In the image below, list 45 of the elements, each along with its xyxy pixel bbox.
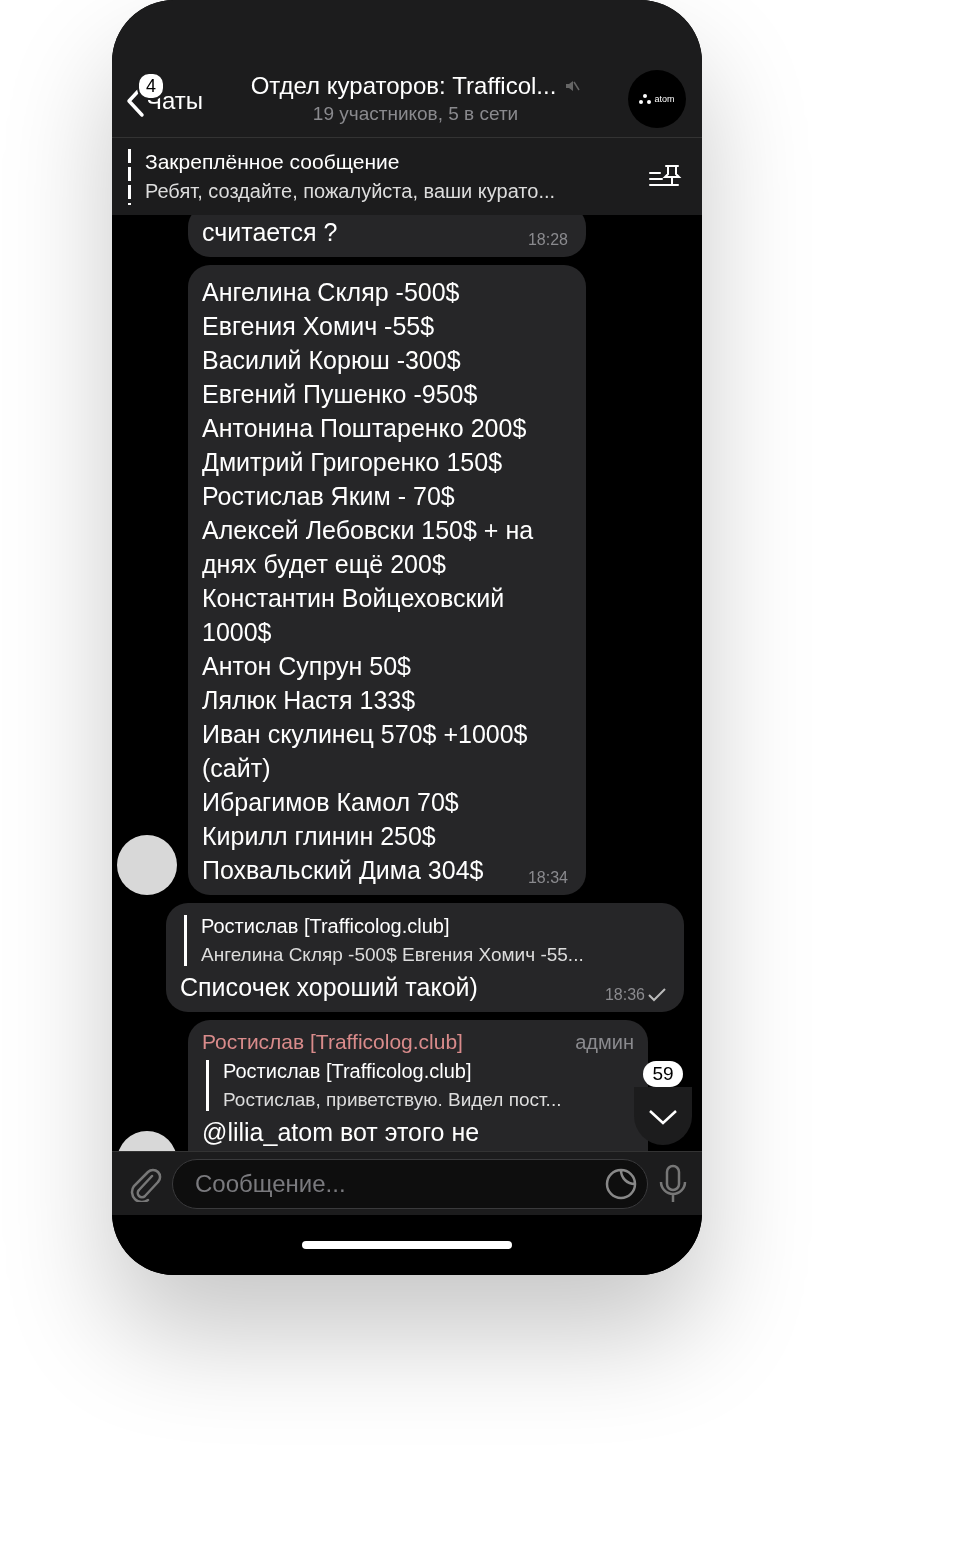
message-line: Дмитрий Григоренко 150$ [202,447,503,478]
message-line: Ангелина Скляр -500$ [202,277,460,308]
message-line: Ростислав Яким - 70$ [202,481,455,512]
message-text: @lilia_atom вот этого не [202,1117,480,1148]
message-line: Василий Корюш -300$ [202,345,461,376]
chat-title[interactable]: Отдел кураторов: Trafficol... [250,72,557,100]
pinned-title: Закреплённое сообщение [145,150,401,174]
message-text: считается ? [202,217,338,248]
sender-name[interactable]: Ростислав [Trafficolog.club] [202,1030,463,1054]
reply-author: Ростислав [Trafficolog.club] [223,1060,473,1083]
sticker-icon[interactable] [605,1167,637,1200]
message-line: Евгения Хомич -55$ [202,311,435,342]
message-line: Константин Войцеховский 1000$ [202,583,506,648]
reply-quote[interactable]: Ростислав [Trafficolog.club] Ростислав, приветствую. Видел пост... [206,1060,634,1111]
message-line: Евгений Пушенко -950$ [202,379,478,410]
pinned-indicator-icon [128,148,131,205]
message-text: Списочек хороший такой) [180,972,478,1003]
message-line: Ибрагимов Камол 70$ [202,787,459,818]
reply-text: Ростислав, приветствую. Видел пост... [223,1089,563,1111]
message-line: Антонина Поштаренко 200$ [202,413,527,444]
message-line: Алексей Лебовски 150$ + на днях будет ещё 200$ [202,515,535,580]
reply-author: Ростислав [Trafficolog.club] [201,915,451,938]
message-field[interactable]: Сообщение... [172,1158,648,1209]
avatar-photo-placeholder[interactable] [117,835,177,895]
message-input-field[interactable]: Сообщение... [193,1168,605,1199]
message-line: Антон Супрун 50$ [202,651,411,682]
message-time: 18:28 [527,231,568,249]
pinned-text: Ребят, создайте, пожалуйста, ваши курато... [145,180,557,203]
reply-quote[interactable]: Ростислав [Trafficolog.club] Ангелина Скляр -500$ Евгения Хомич -55... [184,915,670,966]
microphone-icon[interactable] [658,1163,688,1204]
message-line: Лялюк Настя 133$ [202,685,416,716]
message-line: Похвальский Дима 304$ [202,855,484,886]
message-time: 18:36 [604,986,645,1004]
pinned-message-bar[interactable]: Закреплённое сообщение Ребят, создайте, пожалуйста, ваши курато... [112,138,702,215]
member-count: 19 участников, 5 в сети [312,103,519,125]
message-line: Кирилл глинин 250$ [202,821,436,852]
message-time: 18:34 [527,869,568,887]
logo-text: atom [654,93,675,104]
dots-logo-icon [639,93,652,104]
reply-text: Ангелина Скляр -500$ Евгения Хомич -55... [201,944,585,966]
message-line: Иван скулинец 570$ +1000$ (сайт) [202,719,529,784]
chevron-down-icon [648,1109,678,1125]
admin-label: админ [575,1030,634,1054]
scroll-down-button[interactable]: 59 [634,1061,692,1145]
group-avatar[interactable]: atom [628,69,686,128]
